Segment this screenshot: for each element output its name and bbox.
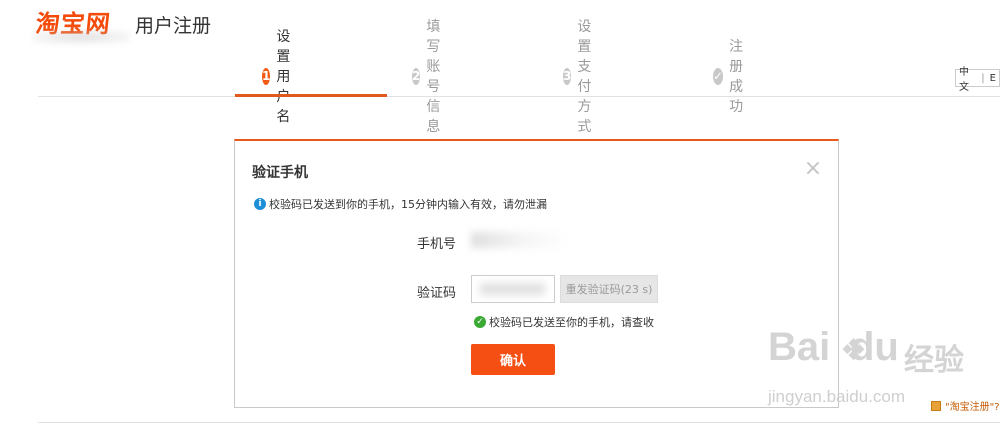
step-label: 注册成功: [729, 39, 744, 115]
lang-separator: |: [981, 72, 985, 84]
feedback-link[interactable]: "淘宝注册"?: [931, 398, 1000, 413]
code-sent-text: 校验码已发送至你的手机，请查收: [489, 316, 654, 329]
lang-chinese[interactable]: 中文: [959, 63, 976, 93]
confirm-button[interactable]: 确认: [471, 344, 555, 375]
step-number-2: 2: [412, 67, 421, 85]
info-icon: i: [254, 198, 266, 210]
step-fill-account-info: 2 填写账号信息: [412, 19, 449, 135]
check-icon: ✓: [474, 316, 486, 328]
steps-divider: [38, 96, 1000, 97]
watermark-url: jingyan.baidu.com: [768, 387, 906, 406]
document-icon: [931, 400, 941, 411]
dialog-title: 验证手机: [252, 165, 308, 181]
page-title: 用户注册: [135, 15, 212, 37]
info-text: 校验码已发送到你的手机，15分钟内输入有效，请勿泄漏: [269, 198, 547, 211]
close-icon[interactable]: ×: [803, 158, 823, 180]
verification-code-input[interactable]: [471, 275, 555, 303]
code-value-redacted: [480, 283, 545, 295]
step-label: 设置用户名: [276, 29, 291, 125]
feedback-text: "淘宝注册"?: [945, 402, 1000, 413]
code-sent-note: ✓ 校验码已发送至你的手机，请查收: [474, 314, 654, 330]
logo-shadow: [32, 30, 130, 44]
step-set-payment: 3 设置支付方式: [563, 19, 600, 135]
code-label: 验证码: [417, 286, 457, 301]
watermark-brand-du: du: [850, 325, 899, 369]
step-register-success: ✓ 注册成功: [713, 39, 750, 115]
step-number-1: 1: [262, 67, 271, 85]
info-message: i 校验码已发送到你的手机，15分钟内输入有效，请勿泄漏: [254, 196, 547, 212]
watermark-jingyan: 经验: [904, 343, 964, 378]
language-switcher: 中文 | E: [955, 67, 1000, 93]
lang-english[interactable]: E: [990, 73, 996, 84]
watermark-brand: Bai: [768, 325, 831, 369]
step-set-username: 1 设置用户名: [262, 29, 299, 125]
resend-code-button[interactable]: 重发验证码(23 s): [560, 275, 658, 303]
step-number-3: 3: [563, 67, 572, 85]
phone-number-redacted: [471, 232, 571, 248]
check-circle-icon: ✓: [713, 67, 724, 85]
step-label: 设置支付方式: [577, 19, 592, 135]
step-label: 填写账号信息: [426, 19, 441, 135]
active-step-indicator: [235, 94, 387, 97]
phone-label: 手机号: [417, 237, 457, 252]
verify-phone-dialog: 验证手机 × i 校验码已发送到你的手机，15分钟内输入有效，请勿泄漏 手机号 …: [234, 139, 839, 408]
